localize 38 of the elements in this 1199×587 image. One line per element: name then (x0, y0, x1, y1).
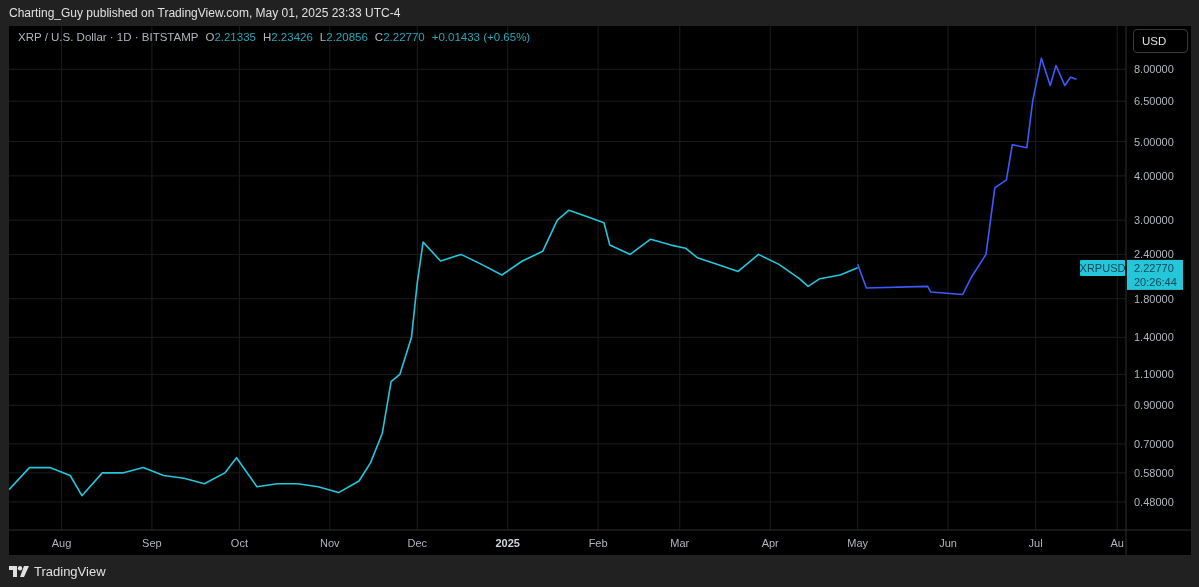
price-change: +0.01433 (+0.65%) (431, 31, 531, 43)
price-axis-label: 1.10000 (1134, 368, 1174, 381)
time-axis-label: Apr (761, 537, 779, 549)
time-axis-label: Au (1110, 537, 1124, 549)
symbol-tag: XRPUSD (1079, 259, 1126, 276)
price-axis-label: 8.00000 (1134, 63, 1174, 76)
publisher-line: Charting_Guy published on TradingView.com, May 01, 2025 23:33 UTC-4 (9, 6, 401, 20)
time-axis-label: Jun (939, 537, 957, 549)
price-axis-label: 0.48000 (1134, 495, 1174, 508)
price-axis-label: 6.50000 (1134, 95, 1174, 108)
time-axis-label: Oct (230, 537, 248, 549)
price-tag: 2.22770 20:26:44 (1127, 259, 1183, 290)
logo-icon (9, 565, 29, 577)
ohlc-value: C2.22770 (374, 31, 425, 43)
symbol-title: XRP / U.S. Dollar · 1D · BITSTAMP (18, 31, 199, 43)
price-axis-label: 4.00000 (1134, 169, 1174, 182)
currency-button[interactable]: USD (1133, 29, 1188, 53)
price-axis-label: 1.80000 (1134, 292, 1174, 305)
time-axis-label: May (847, 537, 869, 549)
time-axis-label: Aug (51, 537, 72, 549)
ohlc-value: L2.20856 (319, 31, 368, 43)
price-axis-label: 2.40000 (1134, 248, 1174, 261)
price-axis-label: 3.00000 (1134, 214, 1174, 227)
time-axis-label: Mar (670, 537, 690, 549)
price-axis-label: 5.00000 (1134, 135, 1174, 148)
price-axis-label: 1.40000 (1134, 331, 1174, 344)
brand-name: TradingView (34, 563, 106, 579)
time-axis-label: Jul (1028, 537, 1043, 549)
ohlc-value: O2.21335 (205, 31, 256, 43)
ohlc-value: H2.23426 (262, 31, 313, 43)
price-axis-label: 0.58000 (1134, 466, 1174, 479)
time-axis-label: 2025 (495, 537, 520, 549)
price-axis-label: 0.70000 (1134, 437, 1174, 450)
time-axis-label: Feb (588, 537, 608, 549)
time-axis-label: Sep (142, 537, 162, 549)
price-axis-label: 0.90000 (1134, 399, 1174, 412)
time-axis-label: Nov (320, 537, 340, 549)
time-axis-label: Dec (407, 537, 428, 549)
